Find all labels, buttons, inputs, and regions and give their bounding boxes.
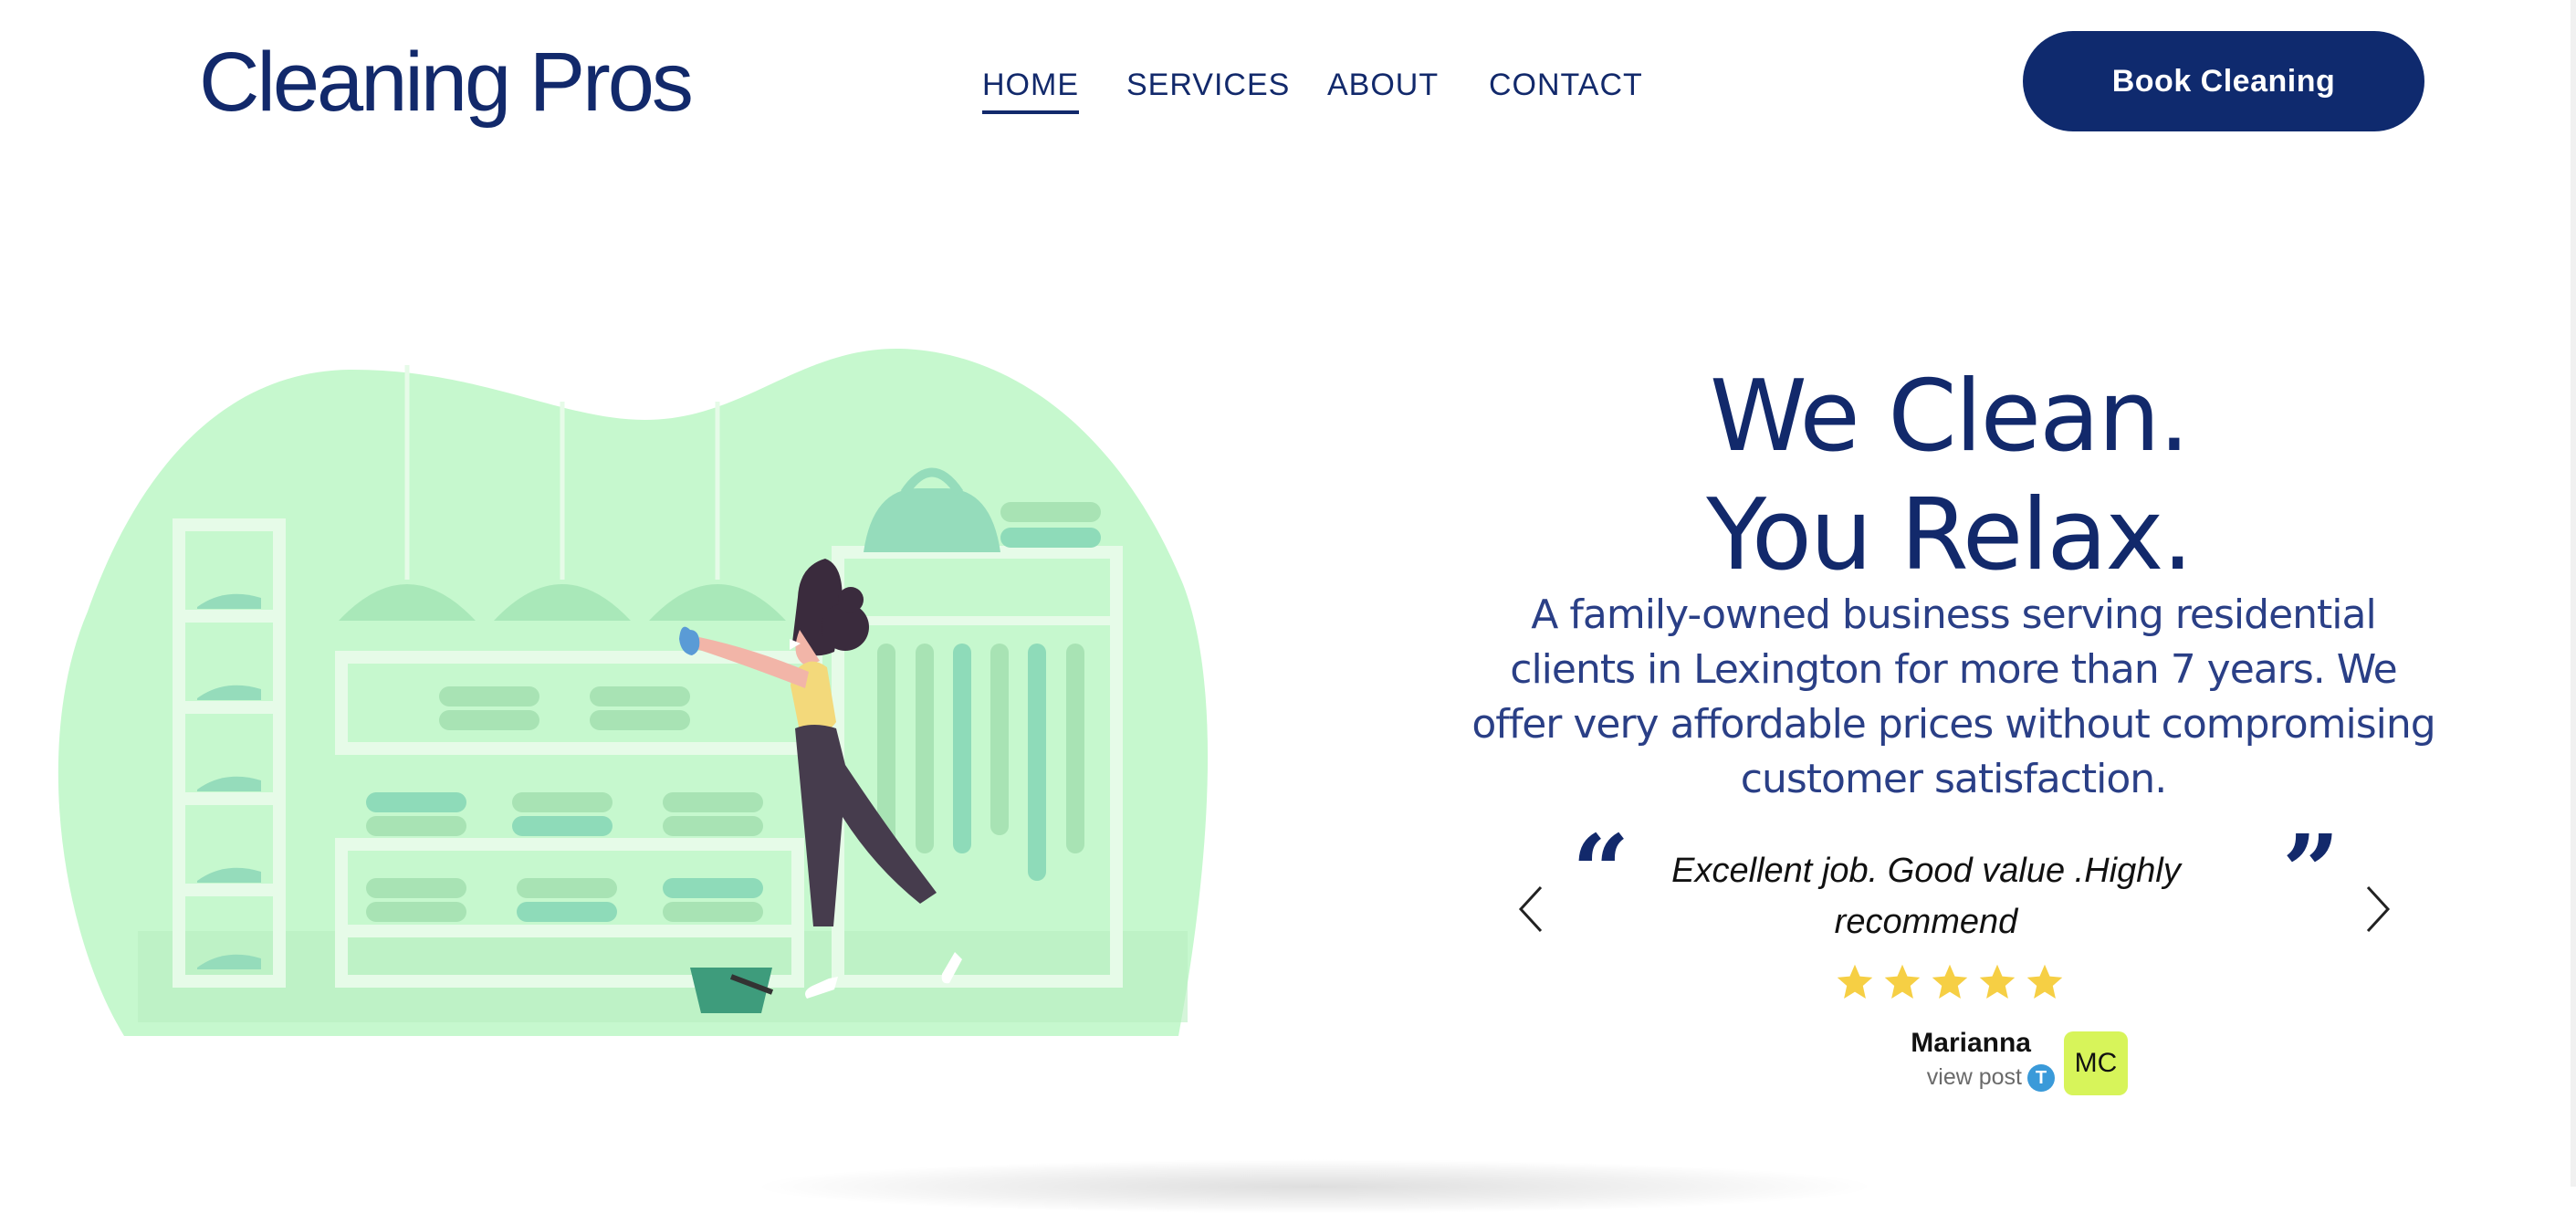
testimonial-carousel: “ Excellent job. Good value .Highly reco… <box>1497 822 2410 1114</box>
headline-line-1: We Clean. <box>1709 360 2190 475</box>
close-quote-icon: ” <box>2282 812 2340 930</box>
headline-line-2: You Relax. <box>1706 478 2194 593</box>
nav-contact[interactable]: CONTACT <box>1489 68 1643 103</box>
rating-stars <box>1835 962 2072 1008</box>
section-divider-shadow <box>749 1159 1880 1214</box>
open-quote-icon: “ <box>1572 812 1630 930</box>
prev-arrow-icon[interactable] <box>1513 882 1550 937</box>
nav-home[interactable]: HOME <box>982 68 1079 114</box>
platform-icon: T <box>2027 1064 2055 1092</box>
star-icon <box>2026 964 2063 999</box>
scrollbar-track[interactable] <box>2571 0 2576 1187</box>
reviewer-name: Marianna <box>1911 1028 2031 1058</box>
nav-services[interactable]: SERVICES <box>1126 68 1290 103</box>
site-logo[interactable]: Cleaning Pros <box>199 35 694 131</box>
star-icon <box>1979 964 2016 999</box>
reviewer-avatar: MC <box>2064 1031 2128 1095</box>
star-icon <box>1932 964 1968 999</box>
next-arrow-icon[interactable] <box>2359 882 2395 937</box>
bucket <box>690 968 774 1013</box>
hero-headline: We Clean. You Relax. <box>1424 358 2474 595</box>
nav-about[interactable]: ABOUT <box>1327 68 1439 103</box>
hero-subtext: A family-owned business serving resident… <box>1471 591 2435 802</box>
view-post-link[interactable]: view post <box>1848 1064 2022 1091</box>
hero-illustration <box>58 348 1209 1036</box>
testimonial-text: Excellent job. Good value .Highly recomm… <box>1671 852 2181 941</box>
star-icon <box>1884 964 1921 999</box>
star-icon <box>1837 964 1873 999</box>
book-cleaning-button[interactable]: Book Cleaning <box>2023 31 2424 131</box>
site-header: Cleaning Pros HOME SERVICES ABOUT CONTAC… <box>0 0 2576 173</box>
